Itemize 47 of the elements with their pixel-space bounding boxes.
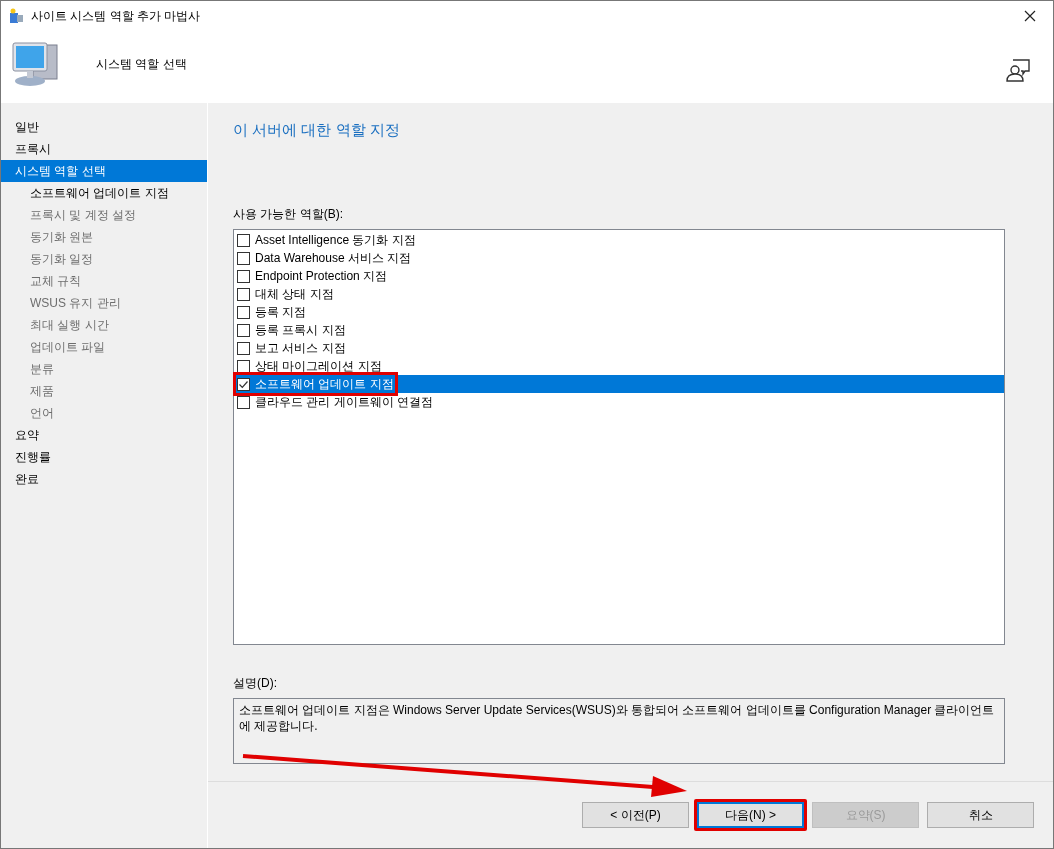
section-heading: 이 서버에 대한 역할 지정 (233, 121, 401, 140)
roles-label: 사용 가능한 역할(B): (233, 206, 344, 223)
nav-item[interactable]: 완료 (1, 468, 207, 490)
page-title: 시스템 역할 선택 (96, 55, 187, 73)
role-row[interactable]: 대체 상태 지점 (234, 285, 1004, 303)
role-row[interactable]: 보고 서비스 지점 (234, 339, 1004, 357)
role-label: 상태 마이그레이션 지점 (255, 357, 382, 375)
role-row[interactable]: 클라우드 관리 게이트웨이 연결점 (234, 393, 1004, 411)
role-row[interactable]: Endpoint Protection 지점 (234, 267, 1004, 285)
wizard-button[interactable]: 다음(N) > (697, 802, 804, 828)
role-label: Asset Intelligence 동기화 지점 (255, 231, 416, 249)
role-row[interactable]: Data Warehouse 서비스 지점 (234, 249, 1004, 267)
role-label: Endpoint Protection 지점 (255, 267, 388, 285)
checkbox[interactable] (237, 287, 250, 301)
checkbox[interactable] (237, 233, 250, 247)
close-icon (1024, 10, 1036, 22)
role-label: 클라우드 관리 게이트웨이 연결점 (255, 393, 433, 411)
role-label: 등록 프록시 지점 (255, 321, 346, 339)
role-label: 소프트웨어 업데이트 지점 (255, 375, 394, 393)
nav-item[interactable]: 진행률 (1, 446, 207, 468)
checkbox[interactable] (237, 377, 250, 391)
role-label: 대체 상태 지점 (255, 285, 334, 303)
checkbox[interactable] (237, 305, 250, 319)
description-text: 소프트웨어 업데이트 지점은 Windows Server Update Services(WSUS)와 통합되어 소프트웨어 업데이트를 Configuration Manager 클라이언트에 제공합니다. (233, 698, 1005, 764)
nav-item[interactable]: 프록시 (1, 138, 207, 160)
role-row[interactable]: 소프트웨어 업데이트 지점 (234, 375, 1004, 393)
wizard-button[interactable]: < 이전(P) (582, 802, 689, 828)
window-title: 사이트 시스템 역할 추가 마법사 (31, 7, 201, 25)
role-label: 보고 서비스 지점 (255, 339, 346, 357)
checkbox[interactable] (237, 269, 250, 283)
checkbox[interactable] (237, 341, 250, 355)
role-row[interactable]: Asset Intelligence 동기화 지점 (234, 231, 1004, 249)
role-label: Data Warehouse 서비스 지점 (255, 249, 412, 267)
user-feedback-icon[interactable] (1005, 58, 1031, 82)
role-row[interactable]: 상태 마이그레이션 지점 (234, 357, 1004, 375)
nav-item[interactable]: 시스템 역할 선택 (1, 160, 207, 182)
checkbox[interactable] (237, 359, 250, 373)
nav-item[interactable]: 요약 (1, 424, 207, 446)
role-label: 등록 지점 (255, 303, 307, 321)
checkbox[interactable] (237, 251, 250, 265)
nav-subitem[interactable]: 소프트웨어 업데이트 지점 (1, 182, 207, 204)
role-row[interactable]: 등록 지점 (234, 303, 1004, 321)
description-label: 설명(D): (233, 675, 278, 692)
role-row[interactable]: 등록 프록시 지점 (234, 321, 1004, 339)
checkbox[interactable] (237, 323, 250, 337)
wizard-button[interactable]: 취소 (927, 802, 1034, 828)
nav-item[interactable]: 일반 (1, 116, 207, 138)
